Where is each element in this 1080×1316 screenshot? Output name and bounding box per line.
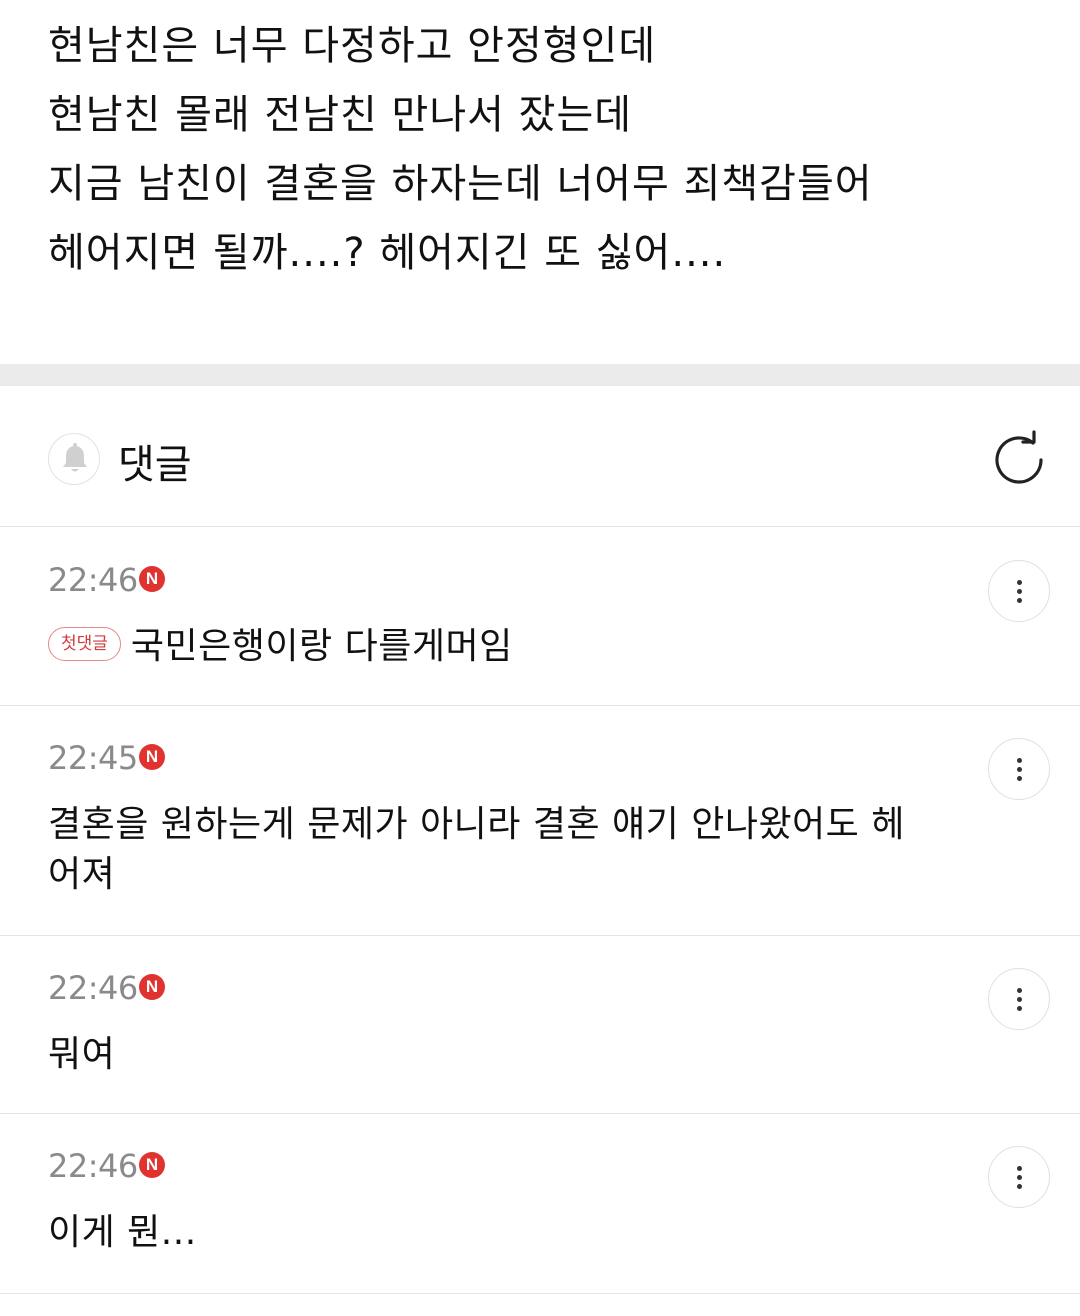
comment-line: 어져 xyxy=(48,854,116,895)
more-dot xyxy=(1017,1175,1022,1180)
more-dot xyxy=(1017,988,1022,993)
comment-text: 뭐여 xyxy=(48,1034,116,1075)
comments-header: 댓글 xyxy=(0,386,1080,527)
comment-text: 결혼을 원하는게 문제가 아니라 결혼 얘기 안나왔어도 헤 어져 xyxy=(48,800,1038,900)
post-line: 현남친은 너무 다정하고 안정형인데 xyxy=(48,23,657,69)
notification-bell-button[interactable] xyxy=(48,433,100,485)
comment-line: 결혼을 원하는게 문제가 아니라 결혼 얘기 안나왔어도 헤 xyxy=(48,804,905,845)
comment-item: 22:45 N 결혼을 원하는게 문제가 아니라 결혼 얘기 안나왔어도 헤 어… xyxy=(0,706,1080,936)
more-dot xyxy=(1017,1006,1022,1011)
post-line: 헤어지면 될까....? 헤어지긴 또 싫어.... xyxy=(48,230,727,276)
comment-item: 22:46 N 첫댓글 국민은행이랑 다를게머임 xyxy=(0,528,1080,706)
comment-time: 22:45 xyxy=(48,739,138,777)
more-dot xyxy=(1017,580,1022,585)
bell-icon xyxy=(63,443,87,472)
refresh-button[interactable] xyxy=(990,430,1048,488)
more-dot xyxy=(1017,589,1022,594)
more-options-button[interactable] xyxy=(988,738,1050,800)
comments-title: 댓글 xyxy=(118,442,192,488)
comment-text: 첫댓글 국민은행이랑 다를게머임 xyxy=(48,622,978,672)
new-badge: N xyxy=(139,974,165,1000)
more-dot xyxy=(1017,997,1022,1002)
more-dot xyxy=(1017,767,1022,772)
comment-time: 22:46 xyxy=(48,1147,138,1185)
more-dot xyxy=(1017,1166,1022,1171)
post-line: 지금 남친이 결혼을 하자는데 너어무 죄책감들어 xyxy=(48,161,873,207)
comment-item: 22:46 N 이게 뭔... xyxy=(0,1114,1080,1294)
first-comment-tag: 첫댓글 xyxy=(48,627,121,661)
comment-text: 이게 뭔... xyxy=(48,1212,197,1253)
section-divider xyxy=(0,364,1080,386)
comment-time: 22:46 xyxy=(48,561,138,599)
more-options-button[interactable] xyxy=(988,1146,1050,1208)
new-badge: N xyxy=(139,744,165,770)
more-dot xyxy=(1017,776,1022,781)
refresh-icon xyxy=(995,430,1043,484)
new-badge: N xyxy=(139,566,165,592)
post-line: 현남친 몰래 전남친 만나서 잤는데 xyxy=(48,92,633,138)
more-dot xyxy=(1017,598,1022,603)
new-badge: N xyxy=(139,1152,165,1178)
comment-body: 국민은행이랑 다를게머임 xyxy=(130,626,513,667)
more-dot xyxy=(1017,1184,1022,1189)
more-options-button[interactable] xyxy=(988,968,1050,1030)
more-options-button[interactable] xyxy=(988,560,1050,622)
comment-item: 22:46 N 뭐여 xyxy=(0,936,1080,1114)
more-dot xyxy=(1017,758,1022,763)
post-body: 현남친은 너무 다정하고 안정형인데 현남친 몰래 전남친 만나서 잤는데 지금… xyxy=(48,12,1048,288)
comment-time: 22:46 xyxy=(48,969,138,1007)
